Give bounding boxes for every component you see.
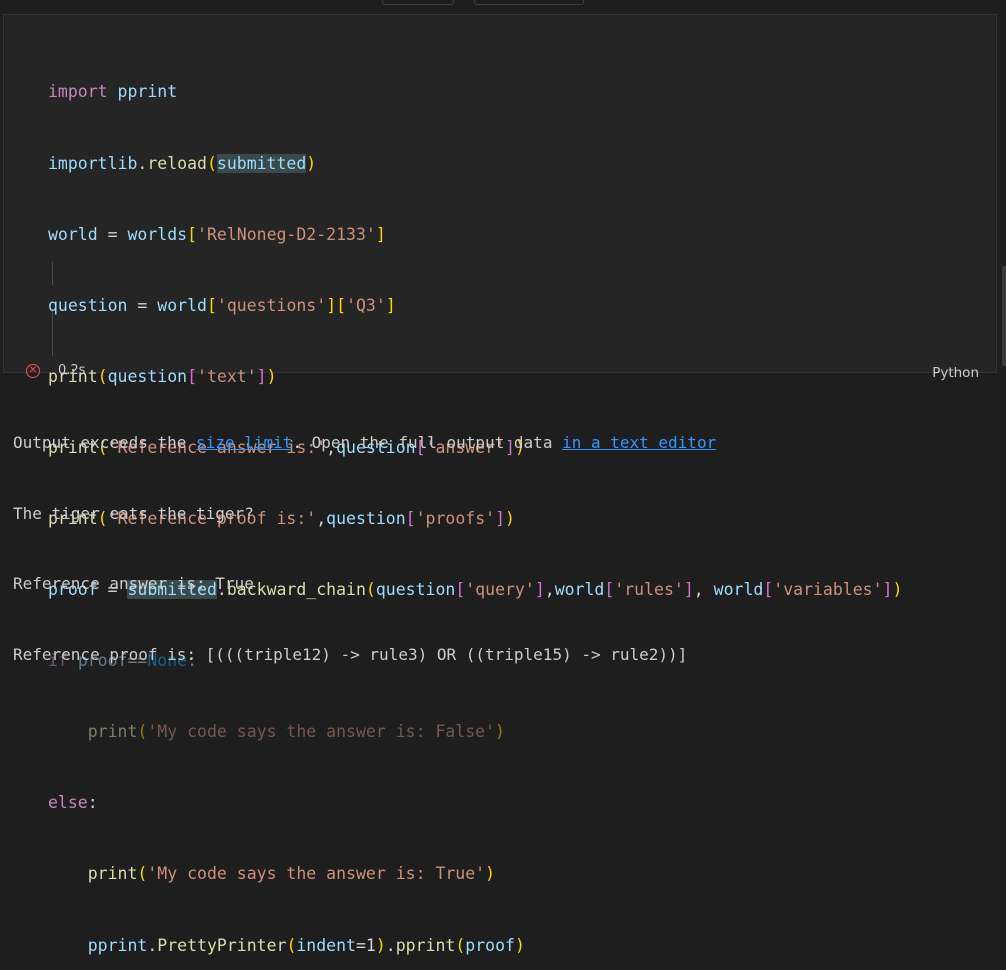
cell-output: Output exceeds the size limit. Open the …: [13, 384, 716, 690]
toolbar-stub-left: [382, 0, 454, 5]
code-line-4: question = world['questions']['Q3']: [48, 295, 396, 315]
output-line: Reference answer is: True: [13, 574, 254, 593]
cell-language-button[interactable]: Python: [932, 365, 979, 381]
code-line-13: pprint.PrettyPrinter(indent=1).pprint(pr…: [87, 935, 525, 955]
code-line-3: world = worlds['RelNoneg-D2-2133']: [48, 224, 386, 244]
toolbar-stub-right: [474, 0, 584, 5]
size-limit-link[interactable]: size limit: [196, 433, 292, 452]
output-line: The tiger eats the tiger?: [13, 503, 254, 523]
code-line-1: import pprint: [48, 82, 178, 102]
open-text-editor-link[interactable]: in a text editor: [562, 433, 716, 452]
output-line: Reference proof is: [(((triple12) -> rul…: [13, 644, 688, 664]
notebook-cell[interactable]: import pprint importlib.reload(submitted…: [3, 14, 997, 955]
code-line-11: else:: [48, 793, 98, 813]
code-line-10: print('My code says the answer is: False…: [87, 722, 505, 742]
code-line-12: print('My code says the answer is: True'…: [87, 864, 496, 884]
vertical-scrollbar[interactable]: [1002, 266, 1006, 366]
execution-duration: 0.2s: [58, 363, 86, 378]
error-circle-icon[interactable]: ✕: [26, 363, 40, 378]
code-line-2: importlib.reload(submitted): [48, 153, 317, 173]
output-truncation-notice: Output exceeds the size limit. Open the …: [13, 433, 717, 452]
cell-status: ✕ 0.2s: [26, 363, 85, 378]
